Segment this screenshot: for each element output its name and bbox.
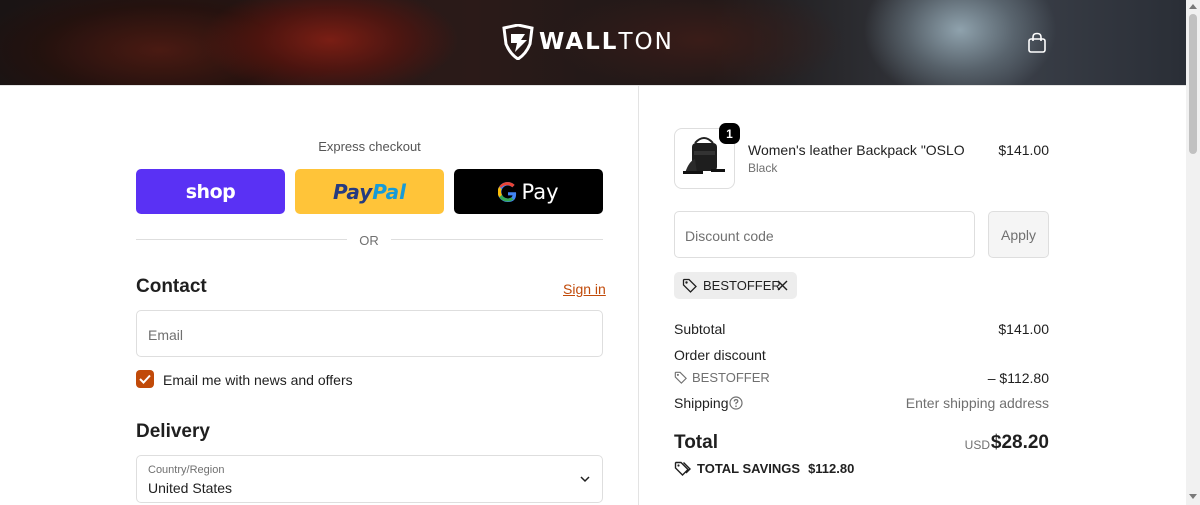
total-savings: TOTAL SAVINGS $112.80 bbox=[674, 461, 854, 476]
shopping-bag-icon[interactable] bbox=[1027, 32, 1047, 54]
product-price: $141.00 bbox=[998, 142, 1049, 158]
product-name: Women's leather Backpack "OSLO bbox=[748, 142, 965, 158]
paypal-label-pal: Pal bbox=[372, 179, 407, 204]
newsletter-label: Email me with news and offers bbox=[163, 372, 353, 388]
express-checkout-title: Express checkout bbox=[318, 139, 421, 154]
subtotal-value: $141.00 bbox=[998, 321, 1049, 337]
quantity-badge: 1 bbox=[719, 123, 740, 144]
scrollbar-thumb[interactable] bbox=[1189, 14, 1197, 154]
total-label: Total bbox=[674, 432, 718, 453]
chevron-down-icon bbox=[580, 476, 590, 483]
brand-logo[interactable]: WALLTON bbox=[501, 24, 674, 60]
discount-placeholder: Discount code bbox=[685, 228, 774, 244]
total-currency: USD bbox=[964, 438, 990, 452]
page-scrollbar[interactable] bbox=[1186, 0, 1200, 505]
contact-title: Contact bbox=[136, 276, 207, 297]
email-field[interactable]: Email bbox=[136, 310, 603, 357]
column-divider bbox=[638, 86, 639, 505]
country-select[interactable]: Country/Region United States bbox=[136, 455, 603, 503]
scroll-down-arrow-icon[interactable] bbox=[1189, 494, 1197, 499]
email-placeholder: Email bbox=[148, 327, 184, 343]
remove-discount-icon[interactable] bbox=[776, 279, 789, 292]
applied-discount-chip: BESTOFFER bbox=[674, 272, 797, 299]
shop-pay-button[interactable]: shop bbox=[136, 169, 285, 214]
apply-discount-button[interactable]: Apply bbox=[988, 211, 1049, 258]
brand-wordmark: WALLTON bbox=[539, 29, 674, 55]
help-circle-icon[interactable] bbox=[729, 396, 743, 410]
or-label: OR bbox=[359, 233, 379, 248]
or-divider-left bbox=[136, 239, 347, 240]
header-banner: WALLTON bbox=[0, 0, 1186, 86]
applied-discount-code: BESTOFFER bbox=[703, 278, 781, 293]
scroll-up-arrow-icon[interactable] bbox=[1189, 4, 1197, 9]
order-discount-code: BESTOFFER bbox=[674, 370, 770, 385]
order-discount-label: Order discount bbox=[674, 347, 766, 363]
checkmark-icon bbox=[139, 374, 151, 384]
discount-code-input[interactable]: Discount code bbox=[674, 211, 975, 258]
order-discount-value: – $112.80 bbox=[987, 370, 1049, 386]
total-savings-value: $112.80 bbox=[808, 461, 855, 476]
sign-in-link[interactable]: Sign in bbox=[563, 281, 606, 297]
shipping-label: Shipping bbox=[674, 395, 729, 411]
or-divider-right bbox=[391, 239, 603, 240]
subtotal-label: Subtotal bbox=[674, 321, 726, 337]
shield-logo-icon bbox=[502, 24, 534, 60]
tag-icon bbox=[682, 278, 697, 293]
tags-icon bbox=[674, 461, 691, 476]
country-value: United States bbox=[148, 480, 233, 496]
total-value: $28.20 bbox=[990, 432, 1049, 453]
delivery-title: Delivery bbox=[136, 421, 210, 442]
google-pay-button[interactable]: Pay bbox=[454, 169, 603, 214]
total-savings-label: TOTAL SAVINGS bbox=[697, 461, 801, 476]
tag-icon bbox=[674, 371, 687, 384]
order-discount-code-text: BESTOFFER bbox=[692, 370, 770, 385]
paypal-label-pay: Pay bbox=[332, 179, 373, 204]
shipping-value: Enter shipping address bbox=[905, 395, 1049, 411]
country-label: Country/Region bbox=[148, 464, 225, 476]
newsletter-checkbox[interactable] bbox=[136, 370, 154, 388]
product-variant: Black bbox=[748, 161, 778, 175]
google-pay-label: Pay bbox=[521, 179, 559, 204]
paypal-button[interactable]: Pay Pal bbox=[295, 169, 444, 214]
google-g-icon bbox=[498, 181, 517, 202]
